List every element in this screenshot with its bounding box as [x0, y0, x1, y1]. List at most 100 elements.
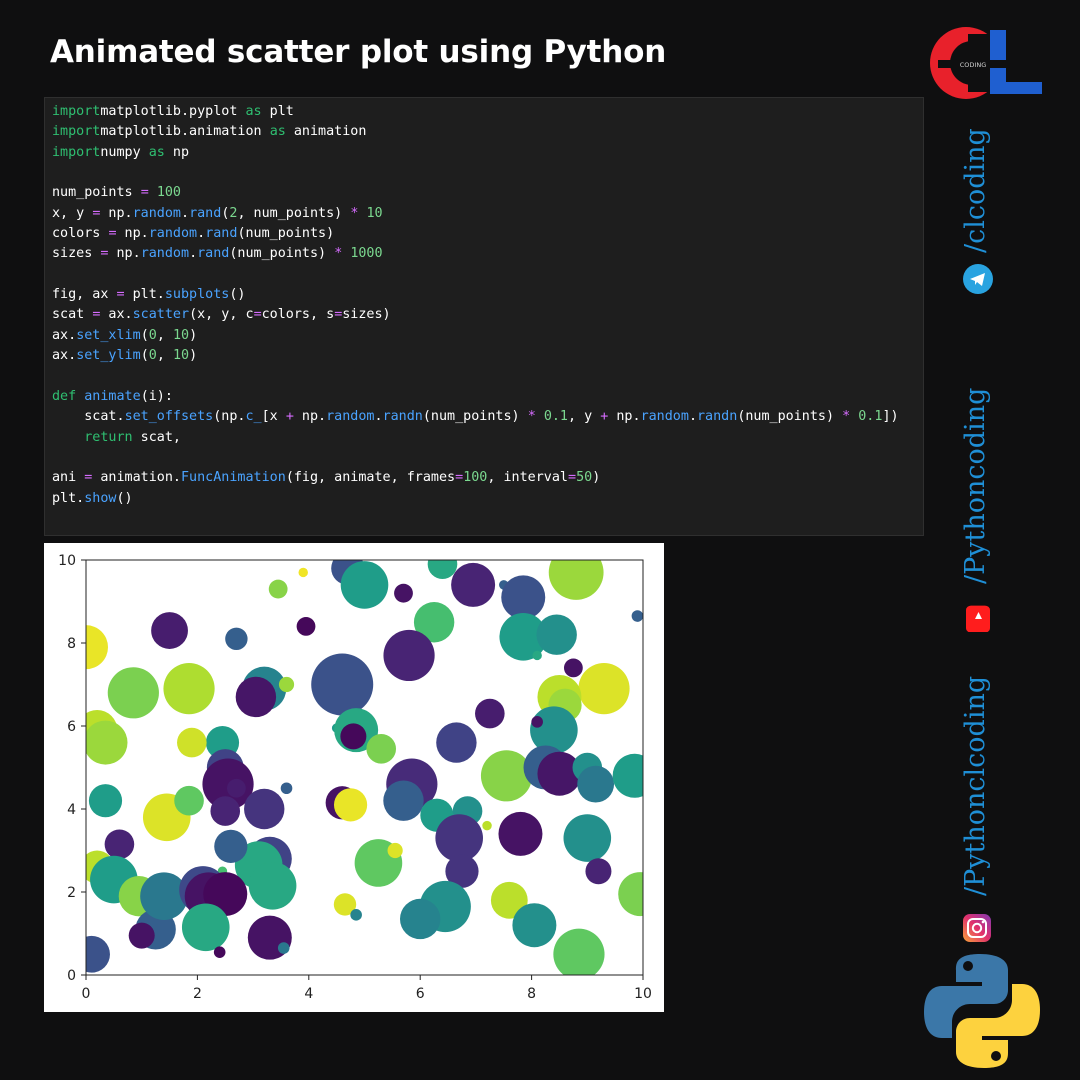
x-tick-label: 0 [82, 986, 91, 1002]
scatter-point [333, 788, 368, 822]
scatter-point [400, 898, 441, 940]
scatter-point [340, 723, 367, 750]
scatter-point [548, 560, 604, 600]
scatter-point [475, 698, 505, 729]
scatter-point [482, 820, 492, 831]
scatter-point [383, 629, 435, 682]
scatter-point [107, 667, 159, 719]
code-line: plt.show() [52, 490, 133, 506]
scatter-point [563, 814, 612, 862]
scatter-point [296, 617, 316, 636]
scatter-plot-image: 0 2 4 6 8 10 0 2 4 6 8 10 [44, 543, 664, 1012]
x-tick-label: 2 [193, 986, 202, 1002]
code-line: scat = ax.scatter(x, y, c=colors, s=size… [52, 307, 391, 323]
code-block: importmatplotlib.pyplot as plt importmatp… [44, 97, 924, 536]
scatter-point [577, 765, 615, 803]
scatter-point [248, 861, 297, 910]
youtube-icon[interactable] [965, 602, 995, 632]
scatter-point [177, 727, 207, 758]
x-tick-label: 10 [634, 986, 652, 1002]
scatter-point [612, 753, 643, 798]
scatter-point [387, 842, 403, 859]
handle-pythoncoding[interactable]: /Pythoncoding [960, 388, 991, 584]
code-line: ani = animation.FuncAnimation(fig, anima… [52, 470, 601, 486]
scatter-point [532, 650, 542, 661]
y-tick-label: 2 [67, 885, 76, 901]
scatter-point [214, 829, 248, 863]
scatter-point [498, 811, 543, 856]
code-line: x, y = np.random.rand(2, num_points) * 1… [52, 205, 383, 221]
instagram-icon[interactable] [962, 913, 992, 943]
code-line: scat.set_offsets(np.c_[x + np.random.ran… [52, 409, 899, 425]
scatter-point [531, 716, 543, 728]
scatter-point [394, 583, 413, 603]
scatter-point [631, 610, 643, 622]
scatter-point [435, 814, 483, 862]
code-line: ax.set_xlim(0, 10) [52, 327, 198, 343]
scatter-point [512, 903, 557, 948]
scatter-point [530, 706, 578, 754]
scatter-point [536, 614, 577, 655]
logo-subtext: CODING [960, 61, 986, 69]
code-line: importmatplotlib.pyplot as plt [52, 104, 294, 119]
scatter-point [618, 872, 643, 917]
x-tick-label: 8 [527, 986, 536, 1002]
scatter-point [563, 658, 583, 678]
y-tick-label: 6 [67, 719, 76, 735]
scatter-point [480, 750, 533, 802]
scatter-point [311, 653, 374, 716]
python-logo [924, 954, 1040, 1068]
scatter-point [88, 784, 123, 818]
code-line: importmatplotlib.animation as animation [52, 124, 367, 140]
scatter-point [163, 663, 215, 715]
scatter-point [451, 562, 496, 607]
scatter-point [210, 796, 241, 826]
scatter-point [86, 720, 128, 765]
scatter-point [350, 909, 362, 921]
scatter-point [298, 567, 308, 578]
scatter-point [235, 676, 277, 718]
scatter-point [174, 785, 204, 816]
scatter-point [383, 780, 424, 821]
scatter-plot: 0 2 4 6 8 10 0 2 4 6 8 10 [58, 553, 652, 1002]
scatter-point [340, 561, 389, 609]
scatter-point [86, 935, 110, 973]
telegram-icon[interactable] [963, 264, 993, 294]
page-title: Animated scatter plot using Python [50, 34, 667, 70]
code-line: sizes = np.random.rand(num_points) * 100… [52, 246, 383, 262]
code-line: num_points = 100 [52, 185, 181, 201]
scatter-point [277, 942, 290, 954]
y-tick-label: 4 [67, 802, 76, 818]
scatter-point [553, 928, 605, 975]
scatter-markers [86, 560, 643, 975]
scatter-point [151, 612, 188, 649]
scatter-point [578, 663, 630, 715]
code-line: return scat, [52, 429, 181, 445]
scatter-point [128, 922, 155, 949]
scatter-point [213, 946, 226, 958]
code-line: importnumpy as np [52, 144, 190, 160]
handle-pythonclcoding[interactable]: /Pythonclcoding [960, 676, 991, 896]
handle-clcoding[interactable]: /clcoding [960, 128, 991, 253]
scatter-point [104, 829, 135, 860]
code-line: ax.set_ylim(0, 10) [52, 348, 198, 364]
x-tick-label: 6 [416, 986, 425, 1002]
x-tick-label: 4 [304, 986, 313, 1002]
scatter-point [436, 722, 477, 763]
code-line: fig, ax = plt.subplots() [52, 287, 246, 303]
scatter-point [225, 627, 248, 651]
scatter-point [427, 560, 458, 579]
y-tick-label: 10 [58, 553, 76, 569]
scatter-point [366, 734, 397, 764]
code-line: colors = np.random.rand(num_points) [52, 226, 335, 242]
scatter-point [585, 858, 612, 885]
y-tick-label: 0 [67, 968, 76, 984]
scatter-point [244, 788, 285, 830]
scatter-point [181, 903, 230, 952]
code-line: def animate(i): [52, 388, 173, 404]
clcoding-logo: CODING [930, 27, 1042, 99]
